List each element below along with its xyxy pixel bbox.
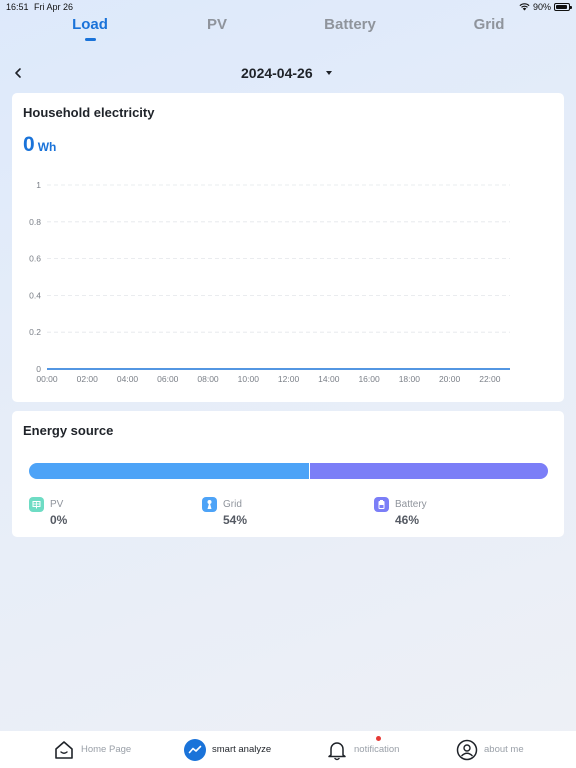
wifi-icon xyxy=(519,3,530,11)
energy-source-bar xyxy=(29,463,548,479)
x-tick-label: 10:00 xyxy=(238,374,260,384)
x-tick-label: 12:00 xyxy=(278,374,300,384)
date-selector-row: 2024-04-26 xyxy=(0,64,576,84)
energy-source-card: Energy source PV 0% Grid 54% Battery 46% xyxy=(12,411,564,537)
legend-name: Grid xyxy=(223,499,242,510)
card-title: Household electricity xyxy=(23,105,155,120)
home-icon xyxy=(55,740,73,759)
chevron-left-icon[interactable] xyxy=(12,66,26,80)
x-tick-label: 02:00 xyxy=(77,374,99,384)
nav-home[interactable]: Home Page xyxy=(53,731,131,768)
battery-percent: 90% xyxy=(532,2,551,12)
x-tick-label: 04:00 xyxy=(117,374,139,384)
grid-tower-icon xyxy=(202,497,217,512)
notification-badge xyxy=(376,736,381,741)
tab-battery[interactable]: Battery xyxy=(324,16,376,33)
active-tab-indicator xyxy=(85,38,96,41)
y-tick-label: 1 xyxy=(36,180,41,190)
tab-load[interactable]: Load xyxy=(72,16,108,33)
status-date: Fri Apr 26 xyxy=(34,2,74,12)
battery-status-icon xyxy=(554,3,572,11)
y-tick-label: 0.4 xyxy=(29,290,41,300)
solar-panel-icon xyxy=(29,497,44,512)
nav-label: about me xyxy=(484,744,524,755)
nav-smart-analyze[interactable]: smart analyze xyxy=(184,731,271,768)
nav-about-me[interactable]: about me xyxy=(456,731,524,768)
bottom-navigation: Home Page smart analyze notification abo… xyxy=(0,731,576,768)
total-consumption: 0 Wh xyxy=(23,133,56,157)
x-tick-label: 06:00 xyxy=(157,374,179,384)
x-tick-label: 00:00 xyxy=(36,374,58,384)
x-tick-label: 18:00 xyxy=(399,374,421,384)
x-tick-label: 16:00 xyxy=(358,374,380,384)
total-unit: Wh xyxy=(37,140,57,154)
legend-name: PV xyxy=(50,499,64,510)
user-icon xyxy=(456,739,478,760)
household-electricity-card: Household electricity 0 Wh 0 0.2 0.4 0.6 0.8 1… xyxy=(12,93,564,402)
y-tick-label: 0.2 xyxy=(29,327,41,337)
card-title: Energy source xyxy=(23,423,114,438)
nav-label: Home Page xyxy=(81,744,132,755)
status-time: 16:51 xyxy=(6,2,29,12)
status-right: 90% xyxy=(519,2,572,12)
x-tick-label: 22:00 xyxy=(479,374,501,384)
caret-down-icon[interactable] xyxy=(326,71,332,75)
bell-icon xyxy=(328,741,346,760)
status-bar: 16:51 Fri Apr 26 90% xyxy=(0,0,576,14)
nav-label: smart analyze xyxy=(212,744,272,755)
x-tick-label: 20:00 xyxy=(439,374,461,384)
x-tick-label: 14:00 xyxy=(318,374,340,384)
y-tick-label: 0 xyxy=(36,364,41,374)
bar-segment-battery xyxy=(309,463,548,479)
total-value: 0 xyxy=(23,133,35,156)
legend-percent: 54% xyxy=(223,513,248,527)
nav-label: notification xyxy=(354,744,400,755)
bar-segment-grid xyxy=(29,463,309,479)
date-picker[interactable]: 2024-04-26 xyxy=(241,65,313,81)
tab-grid[interactable]: Grid xyxy=(474,16,505,33)
y-tick-label: 0.6 xyxy=(29,254,41,264)
legend-percent: 0% xyxy=(50,513,68,527)
y-tick-label: 0.8 xyxy=(29,217,41,227)
tab-pv[interactable]: PV xyxy=(207,16,227,33)
nav-notification[interactable]: notification xyxy=(326,731,399,768)
legend-name: Battery xyxy=(395,499,427,510)
battery-icon xyxy=(374,497,389,512)
legend-percent: 46% xyxy=(395,513,420,527)
tab-bar: Load PV Battery Grid xyxy=(0,16,576,46)
load-line-chart: 0 0.2 0.4 0.6 0.8 1 00:00 02:00 04:00 06:00 08:00 1… xyxy=(29,180,510,384)
analyze-icon xyxy=(184,738,206,761)
x-tick-label: 08:00 xyxy=(197,374,219,384)
